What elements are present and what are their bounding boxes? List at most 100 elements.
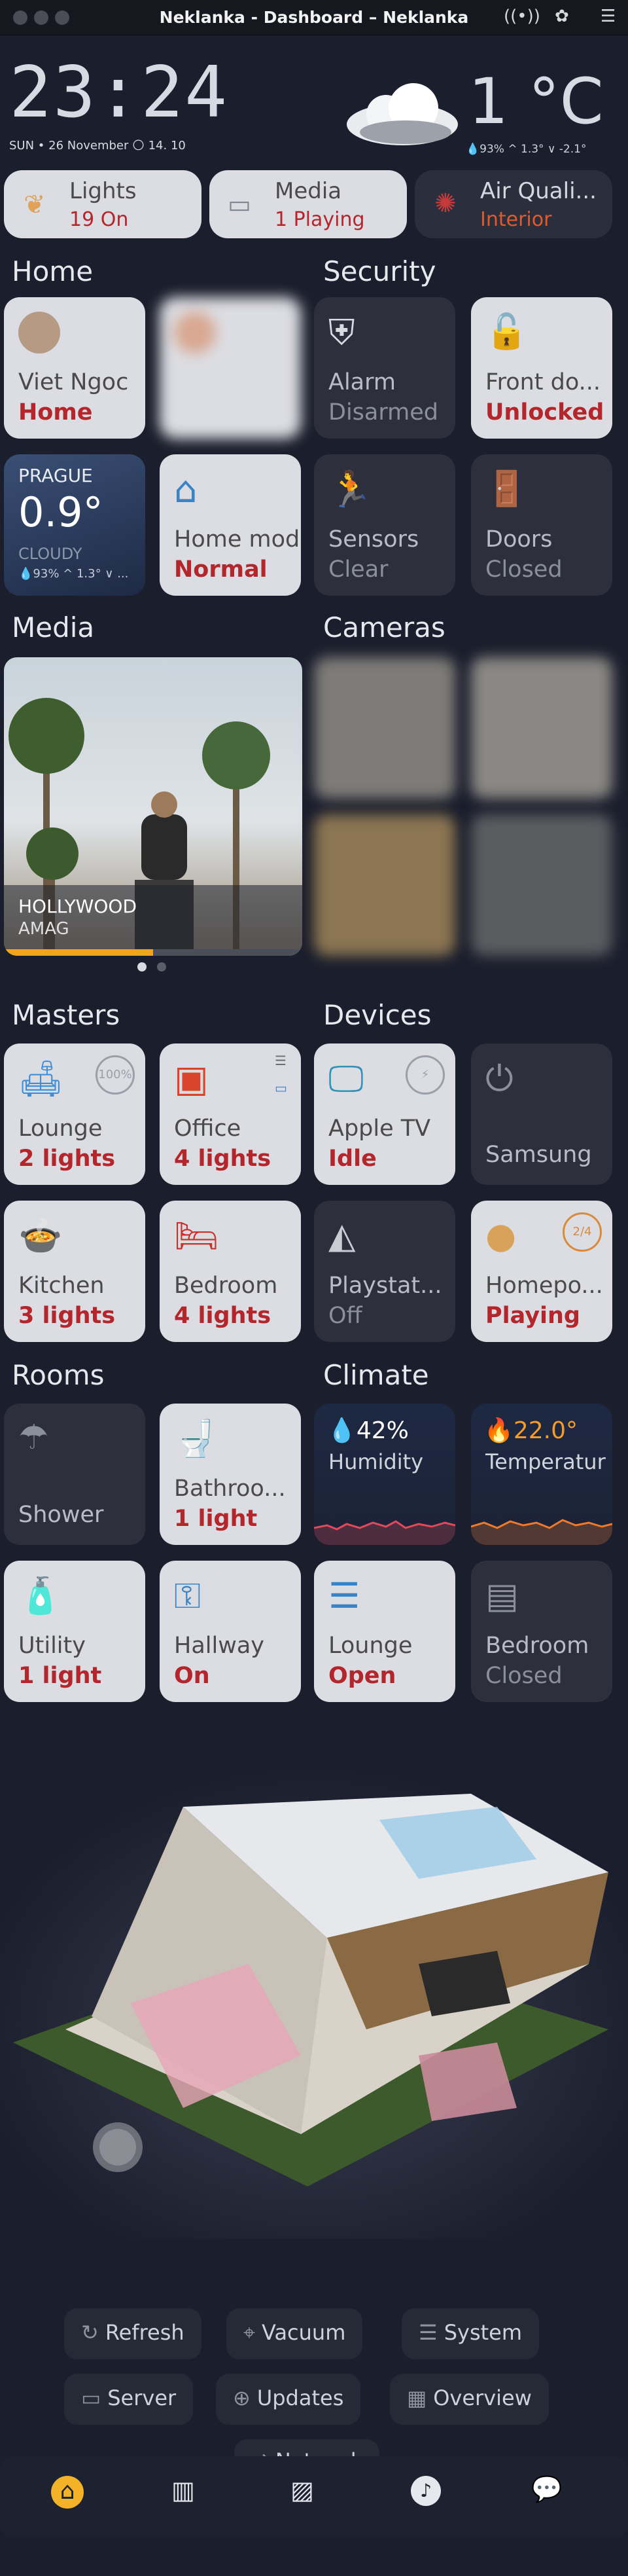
bowl-icon: 🍲 [18, 1215, 63, 1256]
camera-feed-4[interactable] [471, 814, 612, 956]
updates-icon: ⊕ [233, 2386, 251, 2410]
card-name: Office [174, 1116, 241, 1142]
card-name: Utility [18, 1633, 86, 1659]
card-name: Shower [18, 1502, 104, 1528]
shower-card[interactable]: ☂ Shower [4, 1404, 145, 1545]
person-card[interactable]: Viet Ngoc Home [4, 297, 145, 439]
weather-city: PRAGUE [18, 465, 93, 486]
card-name: Alarm [328, 369, 396, 395]
chart-icon[interactable]: ▥ [171, 2476, 195, 2505]
system-button[interactable]: ☰ System [402, 2308, 540, 2359]
unlocked-icon: 🔓 [485, 312, 528, 352]
temperature-label: Temperatur [485, 1449, 606, 1474]
camera-feed-1[interactable] [314, 657, 455, 799]
overview-button[interactable]: ▦ Overview [390, 2374, 549, 2425]
card-name: Lounge [328, 1633, 413, 1659]
server-button[interactable]: ▭ Server [64, 2374, 194, 2425]
air-quality-icon: ✺ [434, 189, 457, 219]
humidity-label: Humidity [328, 1449, 424, 1474]
refresh-button[interactable]: ↻ Refresh [64, 2308, 201, 2359]
section-devices: Devices [323, 999, 432, 1031]
lounge-blinds-card[interactable]: ☰ Lounge Open [314, 1561, 455, 1702]
lights-icon: ❦ [24, 190, 46, 220]
card-state: 1 light [174, 1506, 258, 1532]
volume-badge: 2/4 [563, 1212, 602, 1252]
office-lights-card[interactable]: ▣ ☰ ▭ Office 4 lights [160, 1043, 301, 1185]
extension-icon[interactable]: ✿ [555, 7, 569, 26]
card-name: Hallway [174, 1633, 265, 1659]
avatar [18, 312, 60, 354]
bedroom-lights-card[interactable]: 🛏 Bedroom 4 lights [160, 1201, 301, 1342]
shower-icon: ☂ [18, 1418, 49, 1457]
card-name: Lounge [18, 1116, 103, 1142]
section-security: Security [323, 255, 436, 287]
temperature-value: 🔥22.0° [484, 1417, 578, 1444]
playstation-icon: ◭ [328, 1215, 356, 1256]
window-titlebar: Neklanka - Dashboard – Neklanka ((•)) ✿ … [0, 0, 628, 35]
track-progress-bar[interactable] [4, 949, 302, 956]
playstation-card[interactable]: ◭ Playstat... Off [314, 1201, 455, 1342]
alarm-card[interactable]: ⛨ Alarm Disarmed [314, 297, 455, 439]
overview-icon: ▦ [407, 2386, 427, 2410]
blinds-closed-icon: ▤ [485, 1575, 519, 1616]
pill-status: Interior [480, 208, 552, 231]
camera-feed-2[interactable] [471, 657, 612, 799]
menu-icon[interactable]: ☰ [601, 7, 616, 26]
carousel-dot-active[interactable] [137, 962, 147, 971]
kitchen-lights-card[interactable]: 🍲 Kitchen 3 lights [4, 1201, 145, 1342]
system-icon: ☰ [419, 2320, 438, 2345]
section-media: Media [12, 611, 95, 644]
music-icon[interactable]: ♪ [411, 2476, 441, 2506]
server-small-icon: ☰ [275, 1053, 287, 1068]
card-name: Samsung [485, 1142, 592, 1168]
sofa-icon: 🛋 [18, 1058, 63, 1099]
bedroom-blinds-card[interactable]: ▤ Bedroom Closed [471, 1561, 612, 1702]
chat-icon[interactable]: 💬 [531, 2475, 562, 2504]
humidity-card[interactable]: 💧42% Humidity [314, 1404, 455, 1545]
bottom-nav: ⌂ ▥ ▨ ♪ 💬 [0, 2456, 628, 2537]
carousel-dot[interactable] [157, 962, 166, 971]
tv-icon: 🖵 [328, 1058, 364, 1100]
homepod-card[interactable]: ● 2/4 Homepo... Playing [471, 1201, 612, 1342]
card-state: Open [328, 1663, 396, 1689]
section-home: Home [12, 255, 94, 287]
card-state: 4 lights [174, 1303, 271, 1329]
lounge-lights-card[interactable]: 🛋 100% Lounge 2 lights [4, 1043, 145, 1185]
home-mode-card[interactable]: ⌂ Home mode Normal [160, 454, 301, 596]
samsung-tv-card[interactable]: ⏻ Samsung [471, 1043, 612, 1185]
person-card-blurred[interactable] [160, 297, 301, 439]
broadcast-icon[interactable]: ((•)) [504, 7, 540, 26]
updates-button[interactable]: ⊕ Updates [216, 2374, 361, 2425]
card-name: Homepo... [485, 1273, 603, 1299]
hallway-card[interactable]: ⚿ Hallway On [160, 1561, 301, 1702]
outside-temperature: 1 °C [468, 65, 604, 138]
weather-card[interactable]: PRAGUE 0.9° CLOUDY 💧93% ^ 1.3° ∨ ... [4, 454, 145, 596]
front-door-card[interactable]: 🔓 Front do... Unlocked [471, 297, 612, 439]
map-icon[interactable]: ▨ [290, 2476, 314, 2505]
track-progress-fill [4, 949, 153, 956]
card-state: Idle [328, 1146, 377, 1172]
clock: 23:24 [9, 52, 229, 134]
doors-card[interactable]: 🚪 Doors Closed [471, 454, 612, 596]
card-state: 2 lights [18, 1146, 116, 1172]
pill-status: 19 On [69, 208, 129, 231]
camera-feed-3[interactable] [314, 814, 455, 956]
media-pill[interactable]: ▭ Media 1 Playing [209, 170, 407, 238]
card-name: Doors [485, 526, 553, 553]
temperature-card[interactable]: 🔥22.0° Temperatur [471, 1404, 612, 1545]
utility-card[interactable]: 🧴 Utility 1 light [4, 1561, 145, 1702]
bathroom-card[interactable]: 🚽 Bathroo... 1 light [160, 1404, 301, 1545]
floorplan-3d[interactable] [0, 1768, 628, 2239]
sensors-card[interactable]: 🏃 Sensors Clear [314, 454, 455, 596]
temperature-details: 💧93% ^ 1.3° ∨ -2.1° [466, 143, 587, 156]
vacuum-button[interactable]: ⌖ Vacuum [226, 2308, 363, 2359]
lights-pill[interactable]: ❦ Lights 19 On [4, 170, 201, 238]
card-state: 1 light [18, 1663, 102, 1689]
media-player-card[interactable]: HOLLYWOOD AMAG [4, 657, 302, 956]
home-icon[interactable]: ⌂ [51, 2476, 84, 2509]
server-icon: ▭ [81, 2386, 101, 2410]
pill-label: Air Quali... [480, 178, 597, 204]
air-quality-pill[interactable]: ✺ Air Quali... Interior [415, 170, 612, 238]
house-icon: ⌂ [174, 469, 198, 511]
apple-tv-card[interactable]: 🖵 ⚡ Apple TV Idle [314, 1043, 455, 1185]
